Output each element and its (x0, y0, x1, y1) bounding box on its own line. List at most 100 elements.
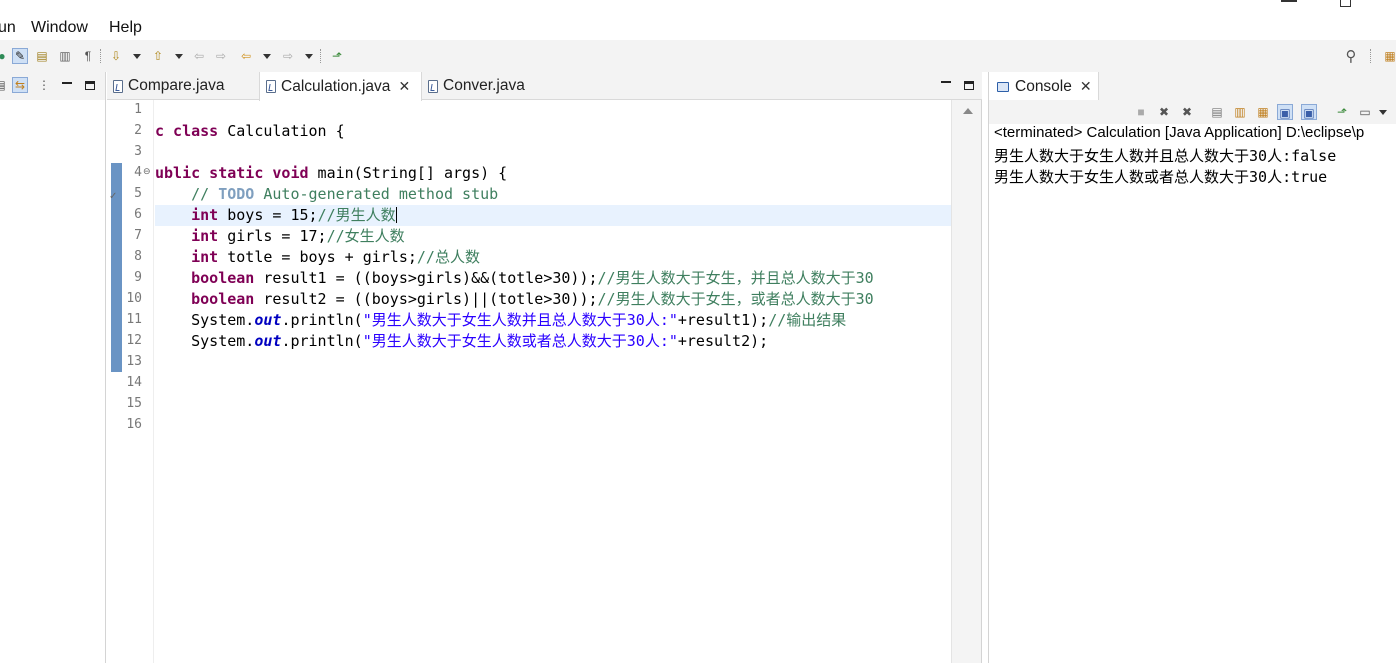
remove-launch-icon[interactable]: ✖ (1156, 104, 1172, 120)
code-line-8: int totle = boys + girls;//总人数 (191, 248, 480, 266)
tab-conver-java[interactable]: Conver.java (422, 72, 542, 100)
scroll-lock-icon[interactable]: ▥ (1232, 104, 1248, 120)
line-number: 16 (126, 417, 142, 432)
tab-label: Compare.java (128, 77, 225, 94)
editor-tab-bar: Compare.java Calculation.java ✕ Conver.j… (107, 72, 982, 101)
scroll-up-icon[interactable] (963, 108, 973, 114)
console-header: <terminated> Calculation [Java Applicati… (994, 124, 1365, 141)
minimize-view-icon[interactable] (59, 77, 75, 93)
toolbar-separator (320, 49, 321, 63)
overview-ruler: ✓ (107, 100, 124, 663)
line-number: 2 (134, 123, 142, 138)
show-on-stdout-icon[interactable]: ▣ (1277, 104, 1293, 120)
chevron-down-icon[interactable] (133, 54, 141, 59)
show-on-stderr-icon[interactable]: ▣ (1301, 104, 1317, 120)
line-number: 11 (126, 312, 142, 327)
line-number: 13 (126, 354, 142, 369)
line-number-gutter: 1 2 3 4 ⊖ 5 6 7 8 9 10 11 12 13 14 15 16 (124, 100, 154, 663)
line-number: 7 (134, 228, 142, 243)
terminate-icon[interactable]: ■ (1133, 104, 1149, 120)
highlight-icon[interactable]: ✎ (12, 48, 28, 64)
chevron-down-icon[interactable] (1379, 110, 1387, 115)
chevron-down-icon[interactable] (263, 54, 271, 59)
block-selection-icon[interactable]: ▥ (57, 48, 73, 64)
fold-collapse-icon[interactable]: ⊖ (143, 166, 151, 177)
code-line-10: boolean result2 = ((boys>girls)||(totle>… (191, 290, 874, 308)
editor-area: Compare.java Calculation.java ✕ Conver.j… (107, 72, 982, 663)
word-wrap-icon[interactable]: ▦ (1255, 104, 1271, 120)
left-panel-header: ▤ ⇆ ⋮ (0, 72, 105, 100)
console-output-line: 男生人数大于女生人数或者总人数大于30人:true (994, 168, 1328, 186)
maximize-view-icon[interactable] (82, 77, 98, 93)
code-editor[interactable]: c class Calculation { ublic static void … (155, 100, 951, 663)
line-number: 8 (134, 249, 142, 264)
line-number: 1 (134, 102, 142, 117)
previous-annotation-icon[interactable]: ⇧ (150, 48, 166, 64)
java-file-icon (428, 79, 438, 93)
main-toolbar: ● ✎ ▤ ▥ ¶ ⇩ ⇧ ⇦ ⇨ ⇦ ⇨ ⬏ ⚲ ▦ (0, 40, 1396, 72)
text-cursor (395, 207, 398, 223)
menu-bar: un Window Help (0, 0, 1396, 40)
code-line-2: c class Calculation { (155, 122, 345, 140)
clear-console-icon[interactable]: ▤ (1209, 104, 1225, 120)
toolbar-separator (100, 49, 101, 63)
run-icon[interactable]: ● (0, 48, 10, 64)
last-edit-forward-icon[interactable]: ⇨ (213, 48, 229, 64)
console-output-line: 男生人数大于女生人数并且总人数大于30人:false (994, 147, 1337, 165)
java-file-icon (266, 80, 276, 93)
restore-icon[interactable] (1340, 0, 1351, 7)
task-marker-icon: ✓ (109, 191, 118, 202)
close-icon[interactable]: ✕ (1080, 78, 1092, 95)
view-menu-icon[interactable]: ⁝ (1389, 76, 1396, 92)
code-line-6: int boys = 15;//男生人数 (191, 206, 398, 224)
package-explorer-panel: ▤ ⇆ ⋮ (0, 72, 106, 663)
code-line-9: boolean result1 = ((boys>girls)&&(totle>… (191, 269, 874, 287)
perspective-icon[interactable]: ▦ (1382, 48, 1396, 64)
chevron-down-icon[interactable] (175, 54, 183, 59)
line-number: 4 (134, 165, 142, 180)
console-tab-label: Console (1015, 77, 1072, 95)
collapse-all-icon[interactable]: ▤ (0, 77, 8, 93)
last-edit-icon[interactable]: ⇦ (191, 48, 207, 64)
tab-label: Conver.java (443, 77, 525, 94)
occurrences-icon[interactable]: ▤ (34, 48, 50, 64)
java-file-icon (113, 79, 123, 93)
tab-compare-java[interactable]: Compare.java (107, 72, 257, 100)
console-view: Console ✕ ⁝ ■ ✖ ✖ ▤ ▥ ▦ ▣ ▣ ⬏ ▭ <termina… (988, 72, 1396, 663)
menu-run[interactable]: un (0, 19, 16, 37)
line-number: 3 (134, 144, 142, 159)
tab-label: Calculation.java (281, 77, 391, 95)
line-number: 9 (134, 270, 142, 285)
view-menu-icon[interactable]: ⋮ (36, 77, 52, 93)
minimize-icon[interactable] (1281, 0, 1297, 2)
search-icon[interactable]: ⚲ (1343, 48, 1359, 64)
line-number: 6 (134, 207, 142, 222)
tab-console[interactable]: Console ✕ (989, 72, 1099, 101)
open-perspective-icon[interactable]: ⬏ (329, 48, 345, 64)
minimize-editor-icon[interactable] (938, 76, 954, 92)
line-number: 15 (126, 396, 142, 411)
pin-console-icon[interactable]: ⬏ (1334, 104, 1350, 120)
chevron-down-icon[interactable] (305, 54, 313, 59)
maximize-editor-icon[interactable] (961, 77, 977, 93)
next-annotation-icon[interactable]: ⇩ (108, 48, 124, 64)
menu-window[interactable]: Window (31, 19, 88, 37)
code-line-4: ublic static void main(String[] args) { (155, 164, 508, 182)
code-line-11: System.out.println("男生人数大于女生人数并且总人数大于30人… (191, 311, 847, 329)
line-number: 5 (134, 186, 142, 201)
display-selected-console-icon[interactable]: ▭ (1357, 104, 1373, 120)
link-with-editor-icon[interactable]: ⇆ (12, 77, 28, 93)
forward-icon[interactable]: ⇨ (280, 48, 296, 64)
editor-vertical-scrollbar[interactable] (951, 100, 981, 663)
line-number: 10 (126, 291, 142, 306)
code-line-7: int girls = 17;//女生人数 (191, 227, 405, 245)
remove-all-terminated-icon[interactable]: ✖ (1179, 104, 1195, 120)
tab-calculation-java[interactable]: Calculation.java ✕ (259, 72, 422, 101)
back-icon[interactable]: ⇦ (238, 48, 254, 64)
line-number: 14 (126, 375, 142, 390)
close-icon[interactable]: ✕ (398, 78, 410, 95)
show-whitespace-icon[interactable]: ¶ (80, 48, 96, 64)
menu-help[interactable]: Help (109, 19, 142, 37)
line-number: 12 (126, 333, 142, 348)
console-tab-bar: Console ✕ ⁝ (989, 72, 1396, 101)
